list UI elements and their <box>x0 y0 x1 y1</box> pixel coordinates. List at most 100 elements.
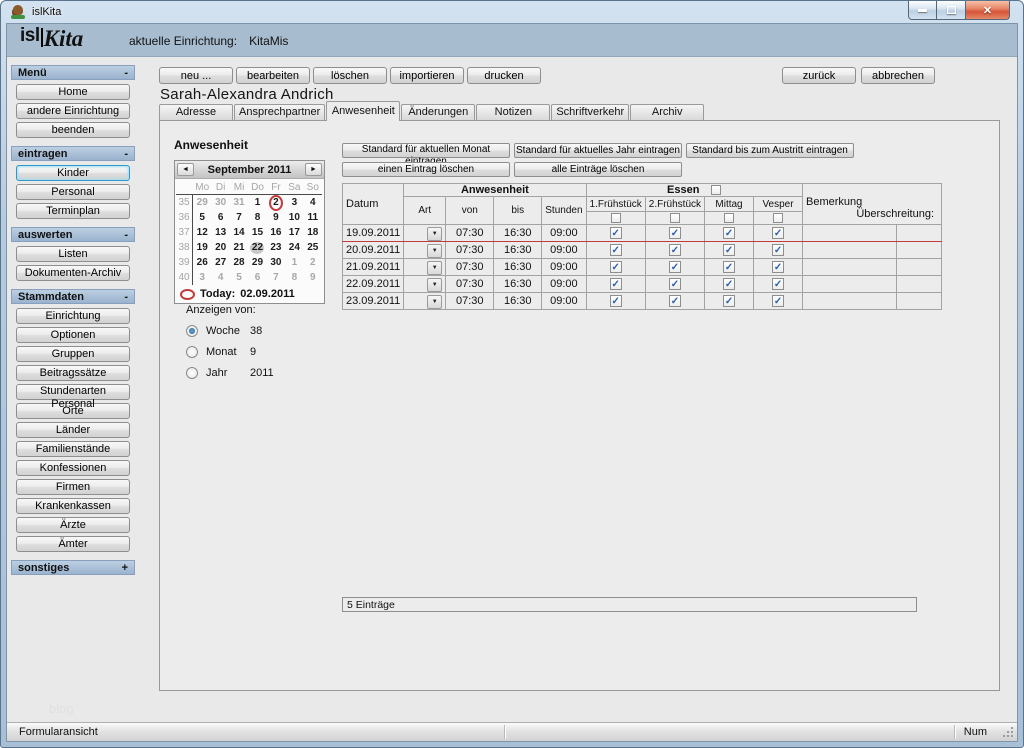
calendar-day[interactable]: 19 <box>193 240 211 255</box>
calendar-day[interactable]: 2 <box>304 255 322 270</box>
1-fruehstueck-select-all-checkbox[interactable] <box>610 213 621 224</box>
loeschen-button[interactable]: löschen <box>313 67 387 84</box>
cell-bis[interactable]: 16:30 <box>493 224 543 242</box>
alle-eintraege-loeschen-button[interactable]: alle Einträge löschen <box>514 162 682 177</box>
cell-bemerkung[interactable] <box>802 292 898 310</box>
cell-art[interactable]: ▼ <box>403 224 447 242</box>
meal-checkbox[interactable]: ✓ <box>668 227 681 240</box>
meal-checkbox[interactable]: ✓ <box>609 261 622 274</box>
calendar-day[interactable]: 23 <box>267 240 285 255</box>
radio-woche[interactable]: Woche 38 <box>186 324 274 337</box>
standard-fuer-aktuelles-jahr-eintragen-button[interactable]: Standard für aktuelles Jahr eintragen <box>514 143 682 158</box>
cell-art[interactable]: ▼ <box>403 258 447 276</box>
calendar-day[interactable]: 24 <box>285 240 303 255</box>
title-bar[interactable]: islKita <box>1 1 1023 23</box>
cell-von[interactable]: 07:30 <box>445 275 495 293</box>
meal-checkbox[interactable]: ✓ <box>609 227 622 240</box>
cell-stunden[interactable]: 09:00 <box>541 258 587 276</box>
calendar-day[interactable]: 6 <box>211 210 229 225</box>
meal-checkbox[interactable]: ✓ <box>668 244 681 257</box>
calendar-day[interactable]: 30 <box>267 255 285 270</box>
calendar-day[interactable]: 20 <box>211 240 229 255</box>
art-dropdown-icon[interactable]: ▼ <box>427 294 443 309</box>
calendar-day[interactable]: 27 <box>211 255 229 270</box>
calendar-day[interactable]: 31 <box>230 195 248 210</box>
drucken-button[interactable]: drucken <box>467 67 541 84</box>
essen-select-all-checkbox[interactable] <box>711 185 722 196</box>
2-fruehstueck-select-all-checkbox[interactable] <box>669 213 680 224</box>
cell-bis[interactable]: 16:30 <box>493 258 543 276</box>
sidebar-section-menue[interactable]: Menü - <box>11 65 135 80</box>
cell-von[interactable]: 07:30 <box>445 224 495 242</box>
calendar-day[interactable]: 30 <box>211 195 229 210</box>
collapse-icon[interactable]: - <box>124 67 128 79</box>
tab-schriftverkehr[interactable]: Schriftverkehr <box>551 104 630 120</box>
calendar-day[interactable]: 4 <box>304 195 322 210</box>
meal-checkbox[interactable]: ✓ <box>609 295 622 308</box>
calendar-day[interactable]: 12 <box>193 225 211 240</box>
sidebar-item-gruppen[interactable]: Gruppen <box>16 346 130 362</box>
sidebar-item-terminplan[interactable]: Terminplan <box>16 203 130 219</box>
calendar-day[interactable]: 29 <box>248 255 266 270</box>
radio-monat[interactable]: Monat 9 <box>186 345 274 358</box>
cell-datum[interactable]: 20.09.2011 <box>341 241 405 259</box>
sidebar-item-stundenarten-personal[interactable]: Stundenarten Personal <box>16 384 130 410</box>
calendar-day[interactable]: 21 <box>230 240 248 255</box>
expand-icon[interactable]: + <box>122 562 128 574</box>
neu-button[interactable]: neu ... <box>159 67 233 84</box>
cell-bis[interactable]: 16:30 <box>493 241 543 259</box>
meal-checkbox[interactable]: ✓ <box>772 227 785 240</box>
cell-bemerkung[interactable] <box>802 275 898 293</box>
collapse-icon[interactable]: - <box>124 148 128 160</box>
cell-bemerkung[interactable] <box>802 258 898 276</box>
calendar-day[interactable]: 9 <box>304 270 322 285</box>
tab-archiv[interactable]: Archiv <box>630 104 705 120</box>
meal-checkbox[interactable]: ✓ <box>772 244 785 257</box>
cell-datum[interactable]: 21.09.2011 <box>341 258 405 276</box>
cell-von[interactable]: 07:30 <box>445 258 495 276</box>
cell-datum[interactable]: 23.09.2011 <box>341 292 405 310</box>
calendar-day[interactable]: 16 <box>267 225 285 240</box>
calendar-day[interactable]: 1 <box>248 195 266 210</box>
calendar-day[interactable]: 5 <box>230 270 248 285</box>
sidebar-section-eintragen[interactable]: eintragen - <box>11 146 135 161</box>
calendar-day[interactable]: 14 <box>230 225 248 240</box>
calendar-day[interactable]: 18 <box>304 225 322 240</box>
sidebar-item-listen[interactable]: Listen <box>16 246 130 262</box>
sidebar-item-einrichtung[interactable]: Einrichtung <box>16 308 130 324</box>
meal-checkbox[interactable]: ✓ <box>723 278 736 291</box>
calendar-day[interactable]: 29 <box>193 195 211 210</box>
zurueck-button[interactable]: zurück <box>782 67 856 84</box>
calendar-day[interactable]: 13 <box>211 225 229 240</box>
cell-datum[interactable]: 22.09.2011 <box>341 275 405 293</box>
meal-checkbox[interactable]: ✓ <box>723 227 736 240</box>
collapse-icon[interactable]: - <box>124 229 128 241</box>
meal-checkbox[interactable]: ✓ <box>772 295 785 308</box>
cell-stunden[interactable]: 09:00 <box>541 224 587 242</box>
sidebar-item-kinder[interactable]: Kinder <box>16 165 130 181</box>
calendar-day[interactable]: 25 <box>304 240 322 255</box>
sidebar-item-firmen[interactable]: Firmen <box>16 479 130 495</box>
calendar-prev-button[interactable]: ◄ <box>177 163 194 176</box>
meal-checkbox[interactable]: ✓ <box>609 244 622 257</box>
sidebar-item-orte[interactable]: Orte <box>16 403 130 419</box>
art-dropdown-icon[interactable]: ▼ <box>427 226 443 241</box>
abbrechen-button[interactable]: abbrechen <box>861 67 935 84</box>
calendar-day[interactable]: 1 <box>285 255 303 270</box>
sidebar-item-andere-einrichtung[interactable]: andere Einrichtung <box>16 103 130 119</box>
sidebar-item-dokumenten-archiv[interactable]: Dokumenten-Archiv <box>16 265 130 281</box>
mittag-select-all-checkbox[interactable] <box>724 213 735 224</box>
sidebar-item-familienstaende[interactable]: Familienstände <box>16 441 130 457</box>
meal-checkbox[interactable]: ✓ <box>668 278 681 291</box>
radio-icon[interactable] <box>186 345 198 358</box>
sidebar-item-home[interactable]: Home <box>16 84 130 100</box>
meal-checkbox[interactable]: ✓ <box>723 295 736 308</box>
calendar-day[interactable]: 3 <box>285 195 303 210</box>
tab-notizen[interactable]: Notizen <box>476 104 551 120</box>
sidebar-item-krankenkassen[interactable]: Krankenkassen <box>16 498 130 514</box>
meal-checkbox[interactable]: ✓ <box>723 244 736 257</box>
cell-stunden[interactable]: 09:00 <box>541 292 587 310</box>
calendar-day[interactable]: 2 <box>267 194 285 211</box>
cell-datum[interactable]: 19.09.2011 <box>341 224 405 242</box>
calendar-day[interactable]: 5 <box>193 210 211 225</box>
